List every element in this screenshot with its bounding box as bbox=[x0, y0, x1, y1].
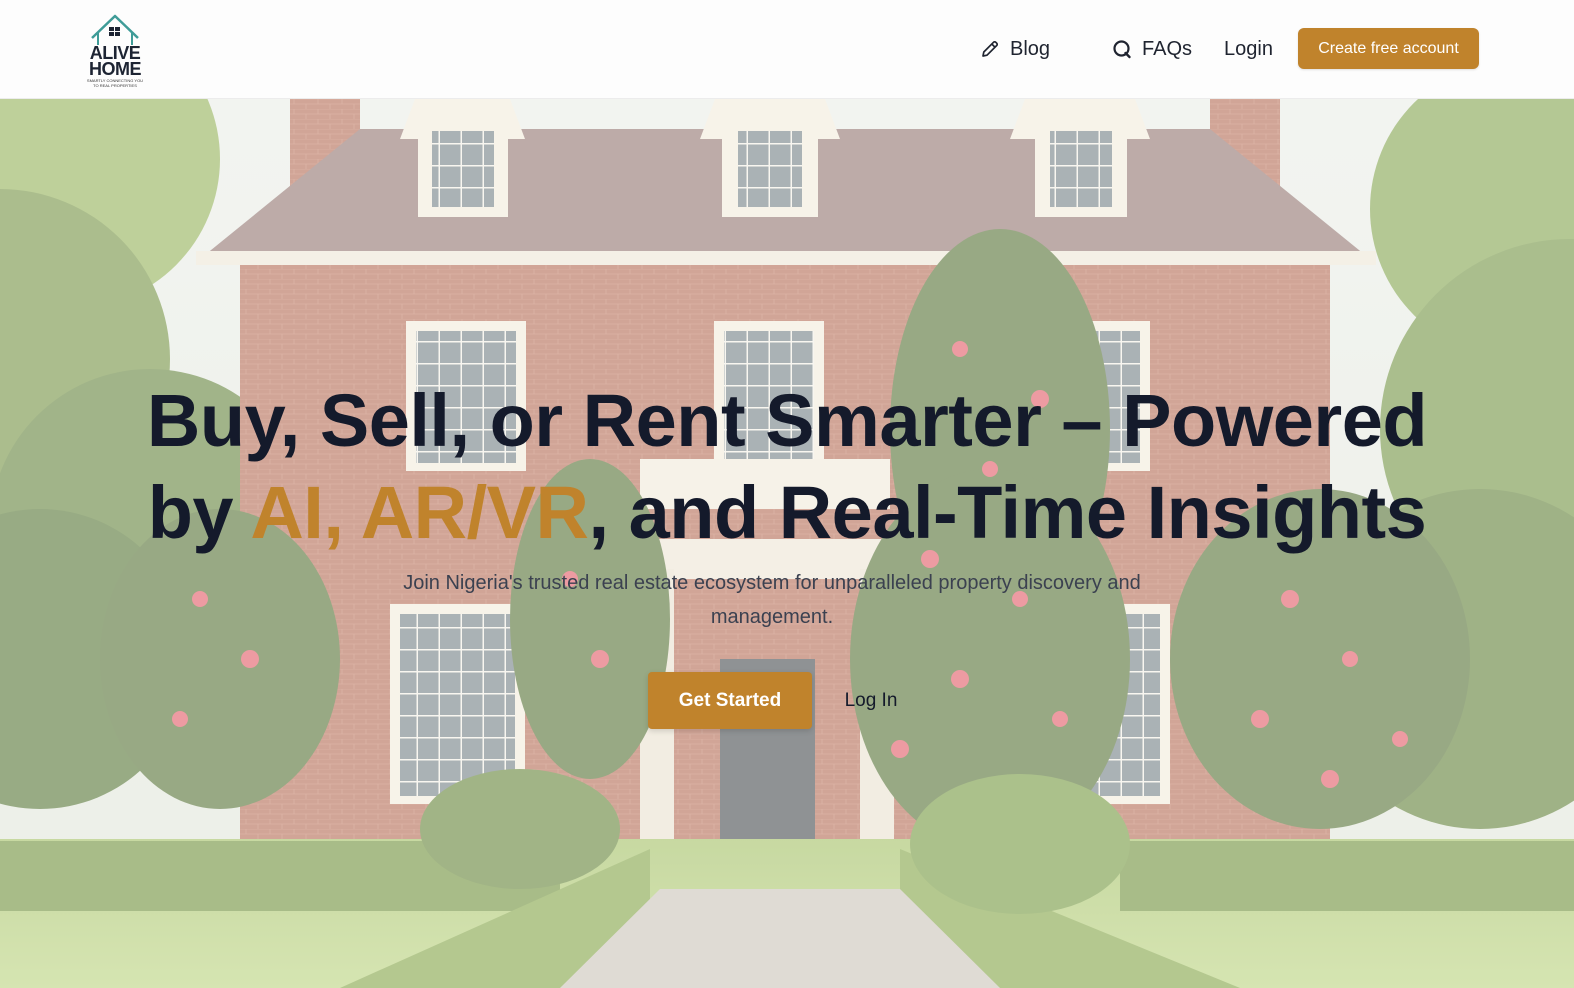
nav-faqs-label: FAQs bbox=[1142, 37, 1193, 60]
hero-headline: Buy, Sell, or Rent Smarter – Powered by … bbox=[0, 375, 1574, 559]
logo-tagline: SMARTLY CONNECTING YOU TO REAL PROPERTIE… bbox=[86, 78, 144, 88]
alive-home-logo[interactable]: ALIVE HOME SMARTLY CONNECTING YOU TO REA… bbox=[84, 12, 146, 88]
headline-by: by bbox=[147, 471, 251, 554]
nav-blog-label: Blog bbox=[1010, 37, 1051, 60]
headline-line1: Buy, Sell, or Rent Smarter – Powered bbox=[146, 379, 1428, 462]
get-started-button[interactable]: Get Started bbox=[648, 672, 812, 729]
nav-faqs-link[interactable]: FAQs bbox=[1112, 36, 1192, 62]
hero-login-link[interactable]: Log In bbox=[836, 687, 906, 715]
headline-accent: AI, AR/VR bbox=[250, 471, 589, 554]
headline-line2: , and Real-Time Insights bbox=[588, 471, 1427, 554]
nav-blog-link[interactable]: Blog bbox=[980, 36, 1050, 62]
hero-subtitle: Join Nigeria's trusted real estate ecosy… bbox=[403, 572, 1141, 628]
logo-text-home: HOME bbox=[89, 59, 142, 79]
top-navbar: ALIVE HOME SMARTLY CONNECTING YOU TO REA… bbox=[0, 0, 1574, 99]
create-free-account-button[interactable]: Create free account bbox=[1298, 28, 1479, 69]
house-icon bbox=[91, 14, 139, 45]
hero-section: Buy, Sell, or Rent Smarter – Powered by … bbox=[0, 99, 1574, 988]
question-bubble-icon bbox=[1113, 40, 1131, 59]
pencil-icon bbox=[982, 40, 999, 57]
nav-login-link[interactable]: Login bbox=[1224, 36, 1273, 62]
